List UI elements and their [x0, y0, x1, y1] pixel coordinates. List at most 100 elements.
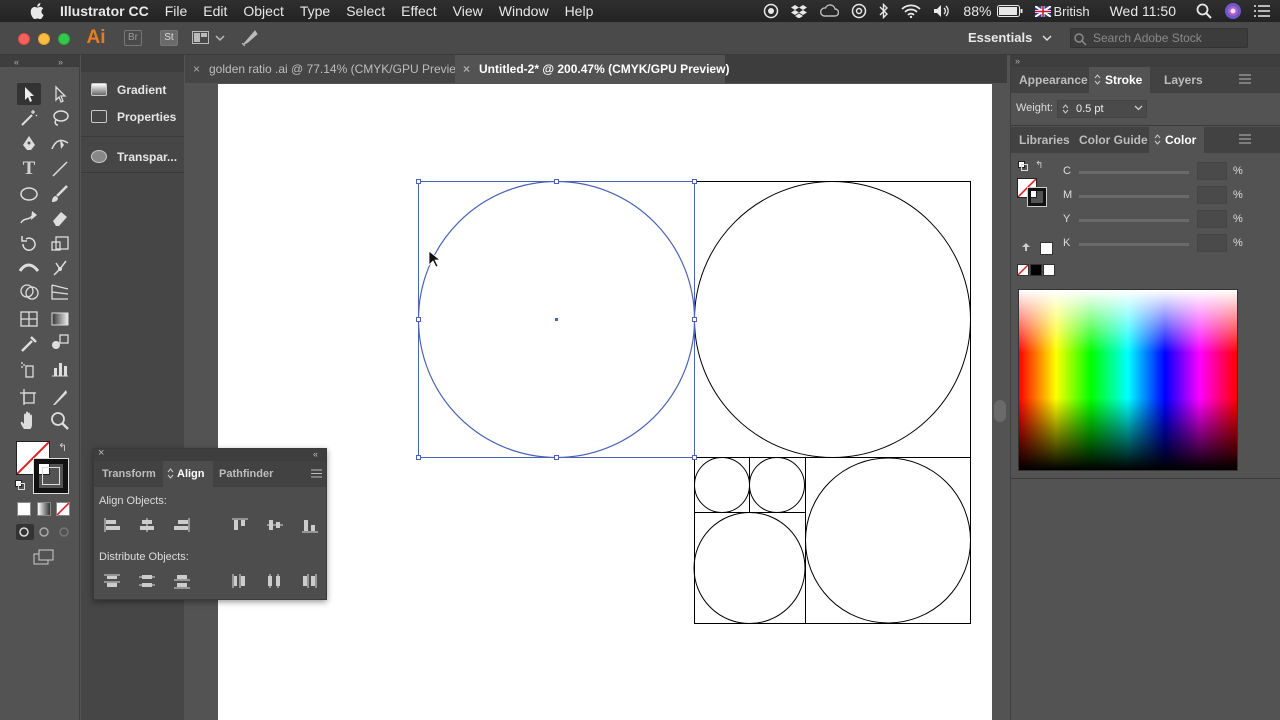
collapse-icon[interactable]: «	[313, 449, 318, 459]
curvature-tool-icon[interactable]	[48, 133, 72, 155]
creative-cloud-icon[interactable]	[845, 3, 873, 19]
circle-bottom-right[interactable]	[805, 457, 971, 624]
vertical-align-bottom-icon[interactable]	[301, 517, 319, 533]
vertical-distribute-center-icon[interactable]	[138, 573, 156, 589]
collapse-icon[interactable]: «	[14, 57, 19, 67]
magenta-field[interactable]	[1197, 186, 1227, 204]
tab-layers[interactable]: Layers	[1156, 67, 1211, 93]
circle-large-right[interactable]	[694, 181, 971, 458]
menu-view[interactable]: View	[445, 0, 491, 22]
vertical-distribute-top-icon[interactable]	[103, 573, 121, 589]
horizontal-align-center-icon[interactable]	[138, 517, 156, 533]
dropbox-icon[interactable]	[785, 4, 813, 18]
menu-window[interactable]: Window	[491, 0, 557, 22]
lasso-tool-icon[interactable]	[48, 107, 72, 129]
yellow-row[interactable]: Y%	[1011, 208, 1280, 232]
circle-small-right[interactable]	[749, 457, 805, 513]
menu-file[interactable]: File	[157, 0, 196, 22]
type-tool-icon[interactable]: T	[17, 158, 41, 180]
out-of-web-warning-icon[interactable]	[1021, 242, 1031, 252]
cloud-icon[interactable]	[813, 4, 845, 18]
none-mode-icon[interactable]	[56, 502, 70, 516]
puppet-warp-tool-icon[interactable]	[48, 257, 72, 279]
draw-behind-icon[interactable]	[36, 524, 54, 540]
volume-icon[interactable]	[927, 4, 957, 18]
black-swatch[interactable]	[1030, 264, 1042, 276]
eyedropper-tool-icon[interactable]	[17, 332, 41, 354]
tab-pathfinder[interactable]: Pathfinder	[211, 461, 281, 487]
expand-icon[interactable]: »	[58, 57, 63, 67]
panel-menu-icon[interactable]	[1239, 134, 1251, 144]
default-fill-stroke-icon[interactable]	[15, 480, 25, 490]
close-tab-icon[interactable]: ×	[193, 55, 200, 83]
cyan-row[interactable]: C%	[1011, 160, 1280, 184]
menu-help[interactable]: Help	[557, 0, 602, 22]
align-panel-header[interactable]: × «	[94, 447, 326, 461]
eraser-tool-icon[interactable]	[48, 207, 72, 229]
none-swatch[interactable]	[1017, 264, 1029, 276]
record-icon[interactable]	[757, 3, 785, 19]
horizontal-align-right-icon[interactable]	[173, 517, 191, 533]
change-screen-mode-icon[interactable]	[33, 549, 55, 565]
minimize-window-button[interactable]	[38, 33, 50, 45]
workspace-switcher[interactable]: Essentials	[968, 30, 1052, 45]
horizontal-distribute-center-icon[interactable]	[266, 573, 284, 589]
pen-tool-icon[interactable]	[17, 133, 41, 155]
web-safe-swatch[interactable]	[1040, 242, 1053, 255]
zoom-tool-icon[interactable]	[48, 410, 72, 432]
paintbrush-tool-icon[interactable]	[48, 183, 72, 205]
shaper-tool-icon[interactable]	[17, 207, 41, 229]
draw-inside-icon[interactable]	[56, 524, 74, 540]
bluetooth-icon[interactable]	[873, 3, 895, 19]
wifi-icon[interactable]	[895, 4, 927, 18]
black-field[interactable]	[1197, 234, 1227, 252]
dock-properties[interactable]: Properties	[81, 104, 184, 130]
gradient-mode-icon[interactable]	[37, 502, 51, 516]
square-large-right[interactable]	[694, 181, 971, 458]
cyan-slider[interactable]	[1079, 171, 1189, 174]
selected-object[interactable]	[416, 179, 697, 460]
stroke-weight-field[interactable]: 0.5 pt	[1057, 100, 1147, 118]
yellow-slider[interactable]	[1079, 219, 1189, 222]
tab-golden-ratio[interactable]: × golden ratio .ai @ 77.14% (CMYK/GPU Pre…	[185, 55, 469, 83]
dock-transparency[interactable]: Transpar...	[81, 144, 184, 170]
notification-center-icon[interactable]	[1248, 5, 1280, 17]
ellipse-tool-icon[interactable]	[17, 183, 41, 205]
magenta-row[interactable]: M%	[1011, 184, 1280, 208]
apple-icon[interactable]	[0, 3, 52, 19]
siri-icon[interactable]	[1218, 2, 1248, 20]
gpu-performance-icon[interactable]	[240, 29, 260, 47]
close-icon[interactable]: ×	[98, 447, 104, 459]
magenta-slider[interactable]	[1079, 195, 1189, 198]
direct-selection-tool-icon[interactable]	[48, 83, 72, 105]
horizontal-distribute-right-icon[interactable]	[301, 573, 319, 589]
square-bottom-right[interactable]	[805, 457, 971, 624]
hand-tool-icon[interactable]	[17, 410, 41, 432]
column-graph-tool-icon[interactable]	[48, 358, 72, 380]
menu-type[interactable]: Type	[292, 0, 338, 22]
rotate-tool-icon[interactable]	[17, 233, 41, 255]
circle-small-left[interactable]	[694, 457, 750, 513]
dock-gradient[interactable]: Gradient	[81, 77, 184, 103]
menu-object[interactable]: Object	[235, 0, 291, 22]
vertical-distribute-bottom-icon[interactable]	[173, 573, 191, 589]
tab-untitled-2[interactable]: × Untitled-2* @ 200.47% (CMYK/GPU Preview…	[455, 55, 729, 83]
width-tool-icon[interactable]	[17, 257, 41, 279]
mesh-tool-icon[interactable]	[17, 308, 41, 330]
horizontal-align-left-icon[interactable]	[103, 517, 121, 533]
close-tab-icon[interactable]: ×	[463, 55, 470, 83]
color-spectrum[interactable]	[1018, 289, 1238, 471]
horizontal-distribute-left-icon[interactable]	[231, 573, 249, 589]
color-mode-icon[interactable]	[17, 502, 31, 516]
stroke-swatch[interactable]	[33, 458, 69, 494]
draw-normal-icon[interactable]	[16, 524, 34, 540]
yellow-field[interactable]	[1197, 210, 1227, 228]
stock-search-input[interactable]: Search Adobe Stock	[1070, 28, 1248, 48]
scale-tool-icon[interactable]	[48, 233, 72, 255]
selection-tool-icon[interactable]	[17, 83, 41, 105]
symbol-sprayer-tool-icon[interactable]	[17, 358, 41, 380]
swap-fill-stroke-icon[interactable]: ↰	[58, 441, 67, 454]
clock[interactable]: Wed 11:50	[1096, 3, 1190, 19]
menu-edit[interactable]: Edit	[195, 0, 235, 22]
input-source[interactable]: British	[1053, 4, 1095, 19]
